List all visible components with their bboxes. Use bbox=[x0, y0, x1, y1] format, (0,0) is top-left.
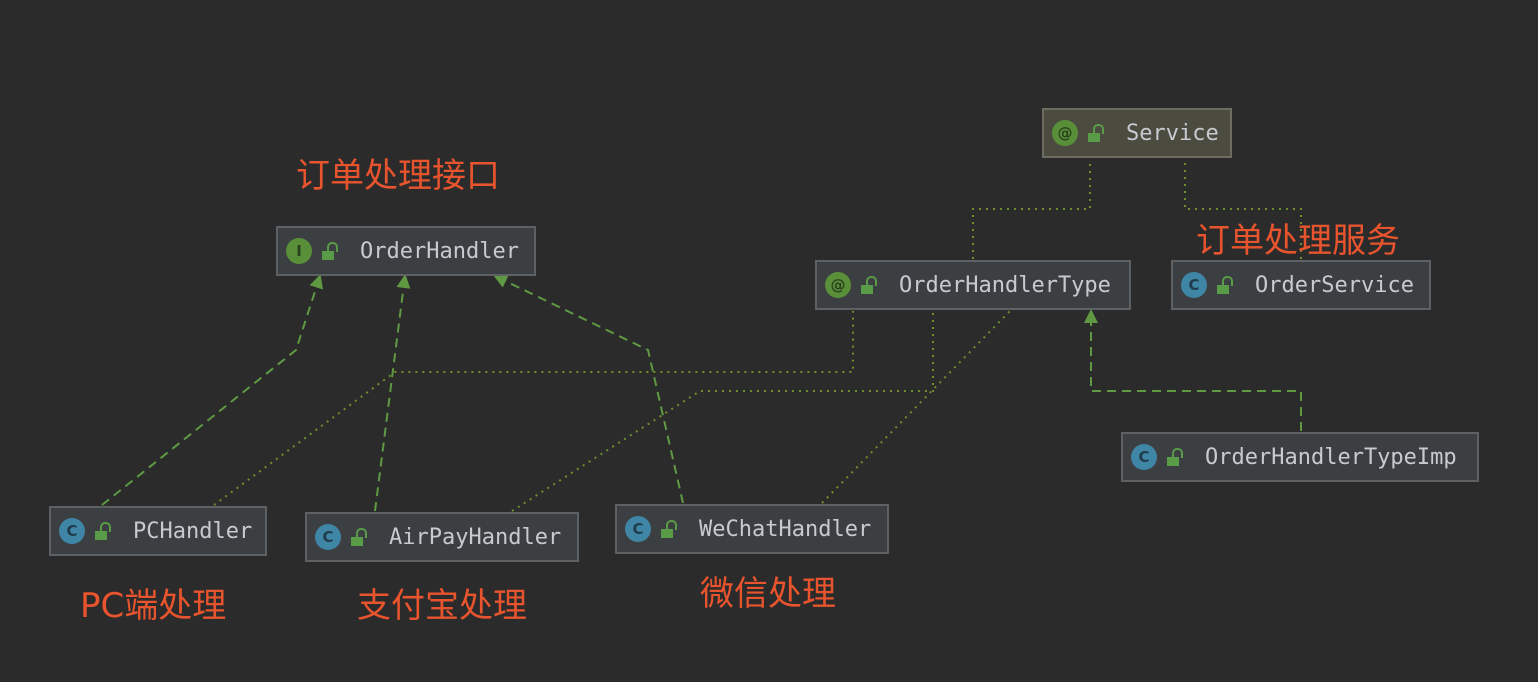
node-orderservice-label: OrderService bbox=[1255, 272, 1414, 298]
note-wechat: 微信处理 bbox=[700, 574, 836, 614]
node-orderhandler-label: OrderHandler bbox=[360, 238, 519, 264]
node-wechathandler-label: WeChatHandler bbox=[699, 516, 872, 542]
node-airpayhandler[interactable]: C AirPayHandler bbox=[305, 512, 579, 562]
edge-wechathandler-implements-orderhandler bbox=[493, 274, 684, 504]
lock-icon bbox=[95, 522, 111, 540]
lock-icon bbox=[1167, 448, 1183, 466]
node-orderhandlertype[interactable]: @ OrderHandlerType bbox=[815, 260, 1131, 310]
annotation-icon: @ bbox=[1052, 120, 1078, 146]
note-alipay: 支付宝处理 bbox=[357, 586, 527, 626]
note-order-service: 订单处理服务 bbox=[1196, 221, 1400, 261]
lock-icon bbox=[861, 276, 877, 294]
lock-icon bbox=[661, 520, 677, 538]
node-orderhandler[interactable]: I OrderHandler bbox=[276, 226, 536, 276]
lock-icon bbox=[1088, 124, 1104, 142]
node-pchandler-label: PCHandler bbox=[133, 518, 253, 544]
edge-orderhandlertypeimp-implements-orderhandlertype bbox=[1084, 309, 1302, 431]
class-icon: C bbox=[1131, 444, 1157, 470]
node-orderhandlertypeimp[interactable]: C OrderHandlerTypeImp bbox=[1121, 432, 1479, 482]
lock-icon bbox=[322, 242, 338, 260]
lock-icon bbox=[1217, 276, 1233, 294]
edge-airpayhandler-annotated-orderhandlertype bbox=[511, 311, 934, 512]
lock-icon bbox=[351, 528, 367, 546]
node-service-label: Service bbox=[1126, 120, 1219, 146]
node-wechathandler[interactable]: C WeChatHandler bbox=[615, 504, 889, 554]
class-icon: C bbox=[1181, 272, 1207, 298]
diagram-canvas: I OrderHandler @ Service @ OrderHandlerT… bbox=[0, 0, 1538, 682]
node-airpayhandler-label: AirPayHandler bbox=[389, 524, 562, 550]
interface-icon: I bbox=[286, 238, 312, 264]
edge-wechathandler-annotated-orderhandlertype bbox=[821, 310, 1011, 504]
class-icon: C bbox=[59, 518, 85, 544]
node-orderhandlertype-label: OrderHandlerType bbox=[899, 272, 1111, 298]
node-orderhandlertypeimp-label: OrderHandlerTypeImp bbox=[1205, 444, 1457, 470]
note-pc: PC端处理 bbox=[80, 586, 227, 626]
note-order-interface: 订单处理接口 bbox=[296, 156, 500, 196]
class-icon: C bbox=[315, 524, 341, 550]
node-service[interactable]: @ Service bbox=[1042, 108, 1232, 158]
edge-pchandler-implements-orderhandler bbox=[101, 274, 323, 506]
edge-orderhandlertype-annotated-service bbox=[972, 159, 1091, 259]
node-pchandler[interactable]: C PCHandler bbox=[49, 506, 267, 556]
edge-airpayhandler-implements-orderhandler bbox=[374, 274, 411, 512]
class-icon: C bbox=[625, 516, 651, 542]
annotation-icon: @ bbox=[825, 272, 851, 298]
edge-pchandler-annotated-orderhandlertype bbox=[213, 311, 854, 506]
node-orderservice[interactable]: C OrderService bbox=[1171, 260, 1431, 310]
